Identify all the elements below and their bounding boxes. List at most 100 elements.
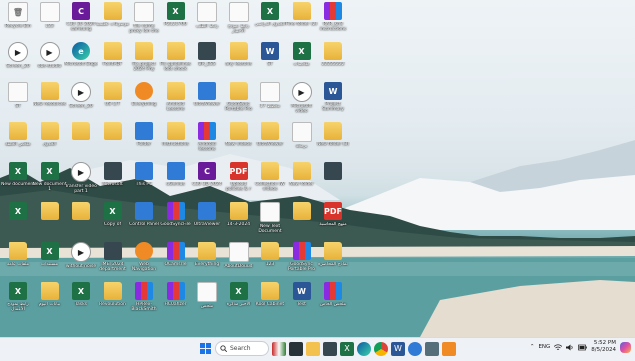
taskbar-widget-flags-icon[interactable]: [272, 341, 286, 356]
excel-taskbar-icon[interactable]: X: [340, 341, 354, 356]
edge-taskbar-icon[interactable]: [357, 341, 371, 356]
desktop-icon[interactable]: ملخص الخاص: [317, 282, 349, 316]
desktop-icon[interactable]: ▶ obs-studio: [34, 42, 66, 76]
desktop-icon[interactable]: uGenius: [160, 162, 192, 196]
desktop-icon[interactable]: FoxitPDF: [97, 42, 129, 76]
desktop-icon[interactable]: GoodSync Portable Pro: [286, 242, 318, 276]
desktop-icon[interactable]: Web Navigation: [128, 242, 160, 276]
desktop-icon[interactable]: any lessons: [223, 42, 255, 76]
desktop-icon[interactable]: X New document 1: [33, 162, 66, 196]
desktop-icon[interactable]: AboutDouud: [223, 242, 255, 276]
desktop-icon[interactable]: بيانات اليوم: [34, 282, 66, 316]
desktop-icon[interactable]: الجدول: [34, 122, 66, 156]
desktop-icon[interactable]: OCamsrle: [160, 242, 192, 276]
desktop-icon[interactable]: ▶ Screen_20: [65, 82, 97, 116]
desktop-icon[interactable]: UltraViewer: [191, 82, 223, 116]
desktop-icon[interactable]: X: [2, 202, 34, 236]
desktop-icon[interactable]: PDF Upload policies & r: [223, 162, 255, 196]
desktop-icon[interactable]: PDF منهج المحاسبة: [317, 202, 349, 236]
desktop-icon[interactable]: IMEI 2024 department: [97, 242, 129, 276]
task-view-icon[interactable]: [289, 341, 303, 356]
desktop-icon[interactable]: Android lessons: [191, 122, 223, 156]
start-button[interactable]: [198, 342, 212, 356]
chevron-up-icon[interactable]: ⌃: [530, 344, 535, 350]
desktop-icon[interactable]: UltraViewer: [191, 202, 223, 236]
language-indicator[interactable]: ENG: [538, 344, 550, 350]
desktop-icon[interactable]: Instructions: [160, 122, 192, 156]
desktop-icon[interactable]: ▶ Transfer video part 1: [65, 162, 97, 196]
ultraviewer-taskbar-icon[interactable]: [408, 341, 422, 356]
desktop-icon[interactable]: US C/T: [97, 82, 129, 116]
desktop-icon[interactable]: BR_ESS: [191, 42, 223, 76]
desktop-icon[interactable]: Everything: [191, 242, 223, 276]
desktop-icon[interactable]: GoodSync Portable Pro: [223, 82, 255, 116]
desktop-icon[interactable]: Fine folder (2): [286, 2, 318, 36]
desktop-icon[interactable]: ملخص الخطة: [2, 122, 34, 156]
desktop-icon[interactable]: New Text Document: [254, 202, 286, 236]
desktop-icon[interactable]: 14-3-2024: [223, 202, 255, 236]
desktop-icon[interactable]: Android Lessons: [160, 82, 192, 116]
desktop-icon[interactable]: UltraViewer: [254, 122, 286, 156]
desktop-icon[interactable]: file name proxy lon the: [128, 2, 160, 36]
desktop-icon[interactable]: X الجدول الدراسي: [254, 2, 286, 36]
desktop-icon[interactable]: Fix guidelines loot shock: [160, 42, 192, 76]
desktop-icon[interactable]: Kool Cabinet: [254, 282, 286, 316]
desktop-icon[interactable]: e Microsoft Edge: [64, 42, 98, 76]
desktop-icon[interactable]: HPRex-BlackSmith: [128, 282, 160, 316]
desktop-icon[interactable]: ملخص: [191, 282, 223, 316]
desktop-icon[interactable]: C C30 3D 2024: [191, 162, 223, 196]
desktop-icon[interactable]: [34, 202, 66, 236]
settings-taskbar-icon[interactable]: [425, 341, 439, 356]
desktop-icon[interactable]: X ملخصات: [286, 42, 318, 76]
desktop-icon[interactable]: New resources: [33, 82, 66, 116]
app-taskbar-icon[interactable]: [442, 341, 456, 356]
desktop-icon[interactable]: New videos: [223, 122, 255, 156]
desktop-icon[interactable]: X Tasks: [65, 282, 97, 316]
desktop-icon[interactable]: [317, 162, 349, 196]
desktop-icon[interactable]: X P2121700: [160, 2, 192, 36]
desktop-icon[interactable]: 123: [34, 2, 66, 36]
taskbar-search[interactable]: Search: [215, 341, 269, 356]
desktop-icon[interactable]: [65, 202, 97, 236]
store-icon[interactable]: [323, 341, 337, 356]
desktop-icon[interactable]: C C30 30 2024 samsung: [65, 2, 97, 36]
desktop-icon[interactable]: HC0ahzer: [160, 282, 192, 316]
desktop-icon[interactable]: X New document: [1, 162, 35, 196]
desktop-icon[interactable]: ST: [2, 82, 34, 116]
desktop-icon[interactable]: [65, 122, 97, 156]
desktop-icon[interactable]: رابط نموذج الاختيار: [223, 2, 255, 36]
file-explorer-icon[interactable]: [306, 341, 320, 356]
desktop-icon[interactable]: موضوعات تعليمية: [96, 2, 129, 36]
desktop-icon[interactable]: رابط الطلب: [191, 2, 223, 36]
desktop-icon[interactable]: X رابط نموذج الأعمال: [2, 282, 34, 316]
desktop-icon[interactable]: مخطط 17: [254, 82, 286, 116]
desktop-icon[interactable]: W Test: [286, 282, 318, 316]
desktop-icon[interactable]: [286, 202, 318, 236]
desktop-icon[interactable]: W Project Summary: [317, 82, 349, 116]
desktop-icon[interactable]: ▶ without noise: [65, 242, 97, 276]
desktop-icon[interactable]: RAR_Kh3 instructions: [317, 2, 349, 36]
desktop-icon[interactable]: GoodSyncFile: [160, 202, 192, 236]
desktop-icon[interactable]: This PC: [128, 162, 160, 196]
chrome-icon[interactable]: [374, 341, 388, 356]
desktop-icon[interactable]: Folder: [128, 122, 160, 156]
volume-icon[interactable]: [566, 344, 574, 351]
desktop-icon[interactable]: Microsoft: [97, 162, 129, 196]
desktop-icon[interactable]: X Copy of: [97, 202, 129, 236]
desktop-icon[interactable]: نماذج المحاضرة: [317, 242, 349, 276]
desktop-icon[interactable]: Control Panel: [128, 202, 160, 236]
wifi-icon[interactable]: [554, 343, 563, 351]
desktop-icon[interactable]: Revoulution: [97, 282, 129, 316]
desktop-icon[interactable]: X مستندات: [34, 242, 66, 276]
desktop-icon[interactable]: ▶ Microsoft video: [286, 82, 318, 116]
desktop-icon[interactable]: New folder: [286, 162, 318, 196]
desktop-icon[interactable]: 🗑 Recycle Bin: [2, 2, 34, 36]
word-taskbar-icon[interactable]: W: [391, 341, 405, 356]
desktop-icon[interactable]: Fix project 2024 Phy: [128, 42, 160, 76]
desktop-icon[interactable]: ▶ Screen_20: [2, 42, 34, 76]
desktop-icon[interactable]: 123: [254, 242, 286, 276]
desktop-icon[interactable]: X الأخير مذكرة: [223, 282, 255, 316]
clock[interactable]: 5:52 PM 8/5/2024: [591, 340, 616, 354]
desktop-icon[interactable]: Collection IW videos: [254, 162, 286, 196]
desktop-icon[interactable]: Everything: [128, 82, 160, 116]
